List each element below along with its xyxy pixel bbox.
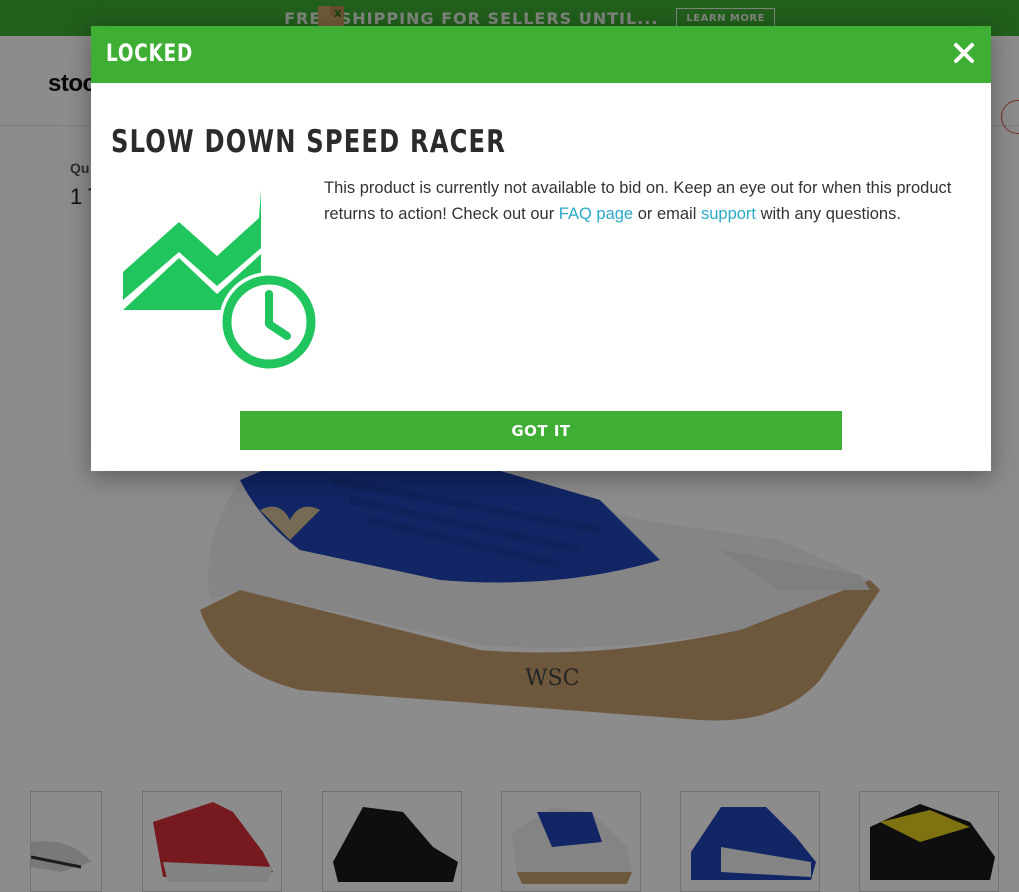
message-part-2: or email	[633, 205, 701, 223]
modal-header: LOCKED	[91, 26, 991, 83]
faq-link[interactable]: FAQ page	[559, 205, 633, 223]
message-part-3: with any questions.	[756, 205, 901, 223]
chart-clock-icon	[123, 190, 319, 372]
modal-title: LOCKED	[106, 39, 194, 67]
modal-headline: SLOW DOWN SPEED RACER	[111, 124, 507, 160]
locked-modal: LOCKED SLOW DOWN SPEED RACER This produc…	[91, 26, 991, 471]
support-link[interactable]: support	[701, 205, 756, 223]
modal-message: This product is currently not available …	[324, 175, 964, 227]
close-icon[interactable]	[950, 39, 978, 67]
got-it-button[interactable]: GOT IT	[240, 411, 842, 450]
